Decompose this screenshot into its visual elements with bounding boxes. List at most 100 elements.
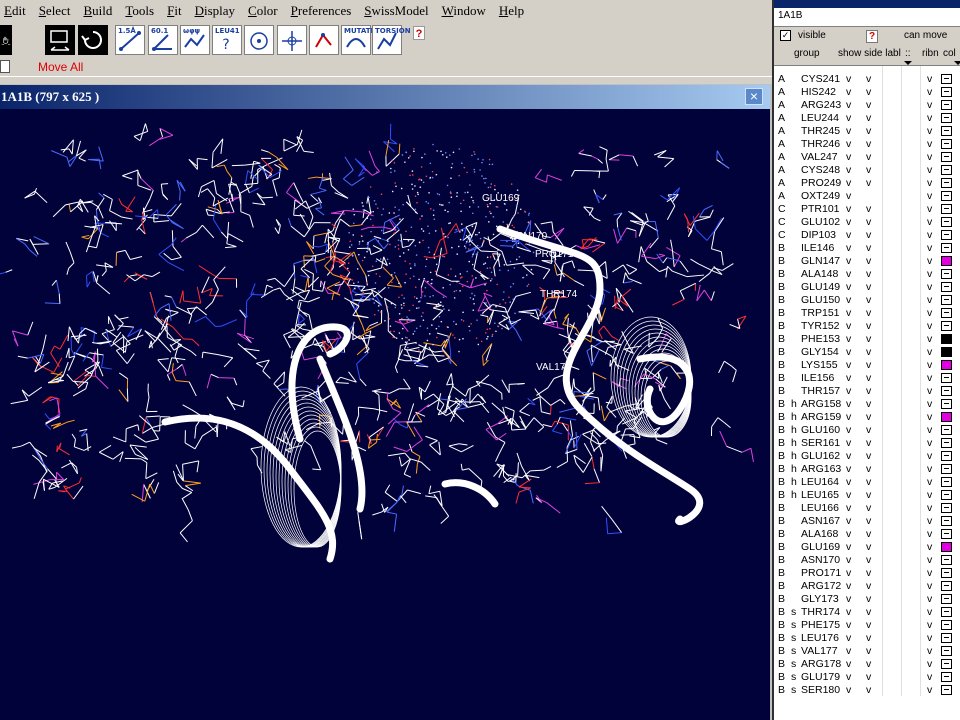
residue-row[interactable]: A LEU244 v v v xyxy=(774,112,960,125)
residue-name[interactable]: ALA168 xyxy=(801,528,847,541)
residue-color-swatch[interactable] xyxy=(941,607,952,617)
residue-color-swatch[interactable] xyxy=(941,191,952,201)
residue-row[interactable]: Bh GLU162 v v v xyxy=(774,450,960,463)
residue-name[interactable]: OXT249 xyxy=(801,190,847,203)
residue-row[interactable]: Bs PHE175 v v v xyxy=(774,619,960,632)
residue-color-swatch[interactable] xyxy=(941,529,952,539)
residue-color-swatch[interactable] xyxy=(941,347,952,357)
residue-row[interactable]: A ARG243 v v v xyxy=(774,99,960,112)
residue-row[interactable]: B ASN167 v v v xyxy=(774,515,960,528)
residue-color-swatch[interactable] xyxy=(941,646,952,656)
panel-title-bar[interactable] xyxy=(774,0,960,8)
residue-name[interactable]: GLU102 xyxy=(801,216,847,229)
residue-row[interactable]: B ILE156 v v v xyxy=(774,372,960,385)
residue-row[interactable]: B GLU150 v v v xyxy=(774,294,960,307)
residue-color-swatch[interactable] xyxy=(941,399,952,409)
residue-row[interactable]: B GLY154 v v v xyxy=(774,346,960,359)
residue-color-swatch[interactable] xyxy=(941,113,952,123)
residue-row[interactable]: A OXT249 v v xyxy=(774,190,960,203)
residue-name[interactable]: ASN170 xyxy=(801,554,847,567)
residue-name[interactable]: ARG159 xyxy=(801,411,847,424)
residue-color-swatch[interactable] xyxy=(941,321,952,331)
residue-color-swatch[interactable] xyxy=(941,425,952,435)
residue-row[interactable]: A THR246 v v v xyxy=(774,138,960,151)
menu-tools[interactable]: Tools xyxy=(125,3,154,19)
residue-row[interactable]: B LYS155 v v v xyxy=(774,359,960,372)
help-button[interactable]: ? xyxy=(413,26,425,40)
residue-color-swatch[interactable] xyxy=(941,269,952,279)
residue-row[interactable]: Bs LEU176 v v v xyxy=(774,632,960,645)
residue-row[interactable]: A THR245 v v v xyxy=(774,125,960,138)
residue-name[interactable]: GLU150 xyxy=(801,294,847,307)
move-all-label[interactable]: Move All xyxy=(38,60,83,74)
residue-color-swatch[interactable] xyxy=(941,542,952,552)
residue-row[interactable]: Bh ARG163 v v v xyxy=(774,463,960,476)
residue-row[interactable]: B GLY173 v v v xyxy=(774,593,960,606)
residue-name[interactable]: THR245 xyxy=(801,125,847,138)
residue-color-swatch[interactable] xyxy=(941,295,952,305)
residue-row[interactable]: Bh LEU164 v v v xyxy=(774,476,960,489)
residue-row[interactable]: B ASN170 v v v xyxy=(774,554,960,567)
residue-name[interactable]: GLU179 xyxy=(801,671,847,684)
residue-row[interactable]: B ALA168 v v v xyxy=(774,528,960,541)
residue-color-swatch[interactable] xyxy=(941,256,952,266)
menu-help[interactable]: Help xyxy=(499,3,524,19)
residue-name[interactable]: DIP103 xyxy=(801,229,847,242)
molecule-viewport[interactable]: GLU169 ASN170 PRO171 THR174 VAL177 xyxy=(0,109,770,720)
rotate-icon[interactable] xyxy=(78,25,108,55)
residue-name[interactable]: GLY173 xyxy=(801,593,847,606)
label-residue-icon[interactable]: ? LEU41 xyxy=(212,25,242,55)
residue-name[interactable]: CYS241 xyxy=(801,73,847,86)
residue-row[interactable]: A HIS242 v v v xyxy=(774,86,960,99)
residue-row[interactable]: C GLU102 v v v xyxy=(774,216,960,229)
residue-name[interactable]: LEU164 xyxy=(801,476,847,489)
residue-row[interactable]: Bs THR174 v v v xyxy=(774,606,960,619)
residue-name[interactable]: PHE175 xyxy=(801,619,847,632)
header-group[interactable]: group xyxy=(794,48,820,59)
residue-row[interactable]: B TYR152 v v v xyxy=(774,320,960,333)
residue-name[interactable]: ALA148 xyxy=(801,268,847,281)
residue-row[interactable]: Bh ARG159 v v v xyxy=(774,411,960,424)
residue-color-swatch[interactable] xyxy=(941,685,952,695)
residue-row[interactable]: Bs VAL177 v v v xyxy=(774,645,960,658)
residue-color-swatch[interactable] xyxy=(941,204,952,214)
menu-color[interactable]: Color xyxy=(248,3,278,19)
panel-help-button[interactable]: ? xyxy=(866,30,878,43)
residue-name[interactable]: ILE156 xyxy=(801,372,847,385)
residue-row[interactable]: B TRP151 v v v xyxy=(774,307,960,320)
residue-color-swatch[interactable] xyxy=(941,87,952,97)
header-ribn[interactable]: ribn xyxy=(922,48,939,59)
neighbor-icon[interactable] xyxy=(277,25,307,55)
residue-name[interactable]: ARG172 xyxy=(801,580,847,593)
residue-name[interactable]: THR246 xyxy=(801,138,847,151)
menu-display[interactable]: Display xyxy=(195,3,235,19)
distance-icon[interactable]: 1.5Å xyxy=(115,25,145,55)
residue-color-swatch[interactable] xyxy=(941,282,952,292)
residue-name[interactable]: ARG243 xyxy=(801,99,847,112)
menu-fit[interactable]: Fit xyxy=(167,3,181,19)
residue-row[interactable]: Bh GLU160 v v v xyxy=(774,424,960,437)
residue-color-swatch[interactable] xyxy=(941,503,952,513)
residue-row[interactable]: A VAL247 v v v xyxy=(774,151,960,164)
residue-name[interactable]: LEU176 xyxy=(801,632,847,645)
residue-color-swatch[interactable] xyxy=(941,373,952,383)
residue-row[interactable]: Bs ARG178 v v v xyxy=(774,658,960,671)
residue-row[interactable]: B GLN147 v v v xyxy=(774,255,960,268)
hand-move-icon[interactable] xyxy=(0,25,12,55)
residue-color-swatch[interactable] xyxy=(941,516,952,526)
residue-color-swatch[interactable] xyxy=(941,633,952,643)
residue-name[interactable]: GLY154 xyxy=(801,346,847,359)
residue-name[interactable]: LEU166 xyxy=(801,502,847,515)
residue-row[interactable]: A CYS241 v v v xyxy=(774,73,960,86)
residue-color-swatch[interactable] xyxy=(941,477,952,487)
residue-row[interactable]: B GLU169 v v v xyxy=(774,541,960,554)
residue-name[interactable]: THR174 xyxy=(801,606,847,619)
residue-color-swatch[interactable] xyxy=(941,659,952,669)
residue-color-swatch[interactable] xyxy=(941,139,952,149)
menu-preferences[interactable]: Preferences xyxy=(291,3,352,19)
residue-name[interactable]: TRP151 xyxy=(801,307,847,320)
residue-row[interactable]: B ARG172 v v v xyxy=(774,580,960,593)
residue-color-swatch[interactable] xyxy=(941,230,952,240)
menu-edit[interactable]: Edit xyxy=(4,3,26,19)
residue-name[interactable]: HIS242 xyxy=(801,86,847,99)
